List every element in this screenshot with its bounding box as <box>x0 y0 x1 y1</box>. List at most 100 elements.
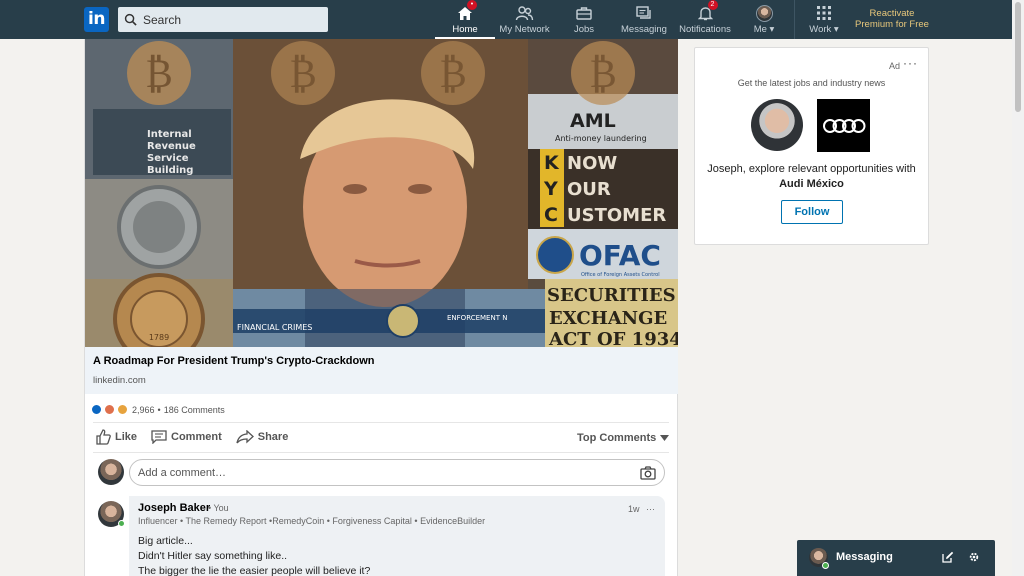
comment-item: Joseph Baker • You Influencer • The Reme… <box>129 496 665 576</box>
like-label: Like <box>115 431 138 443</box>
nav-messaging-label: Messaging <box>621 24 667 35</box>
svg-text:Y: Y <box>543 178 558 200</box>
search-bar[interactable] <box>118 7 328 32</box>
comment-meta: 1w ··· <box>628 504 655 514</box>
nav-jobs-label: Jobs <box>573 24 595 35</box>
search-icon <box>124 13 137 26</box>
gear-icon[interactable] <box>968 551 980 563</box>
linkedin-logo[interactable]: in <box>84 7 109 32</box>
nav-work-label: Work ▾ <box>809 24 839 35</box>
svg-text:USTOMER: USTOMER <box>567 205 666 226</box>
comment-you-tag: • You <box>208 503 229 513</box>
comment-more-icon[interactable]: ··· <box>646 504 655 514</box>
insightful-reaction-icon <box>117 404 128 415</box>
scrollbar-thumb[interactable] <box>1015 2 1021 112</box>
social-counts[interactable]: 2,966 • 186 Comments <box>91 404 225 415</box>
thumbs-up-icon <box>96 429 111 445</box>
current-user-avatar[interactable] <box>98 459 124 485</box>
grid-icon <box>817 6 831 20</box>
comment-text: Big article... Didn't Hitler say somethi… <box>138 534 370 576</box>
sort-comments-dropdown[interactable]: Top Comments <box>577 432 670 444</box>
profile-avatar <box>755 4 773 22</box>
search-input[interactable] <box>143 12 313 27</box>
comment-line: The bigger the lie the easier people wil… <box>138 565 371 576</box>
svg-text:1789: 1789 <box>149 333 169 342</box>
svg-text:C: C <box>544 204 558 226</box>
follow-button[interactable]: Follow <box>781 200 843 224</box>
svg-text:₿: ₿ <box>289 51 317 97</box>
svg-text:Service: Service <box>147 153 189 164</box>
ad-more-icon[interactable]: ··· <box>903 56 918 70</box>
people-icon <box>515 5 534 20</box>
svg-text:₿: ₿ <box>439 51 467 97</box>
share-label: Share <box>257 431 289 443</box>
svg-text:ENFORCEMENT N: ENFORCEMENT N <box>447 314 507 322</box>
audi-logo[interactable] <box>817 99 870 152</box>
comment-line: Didn't Hitler say something like.. <box>138 550 288 562</box>
nav-me[interactable]: Me ▾ <box>748 0 780 39</box>
reactions-count[interactable]: 2,966 <box>132 405 155 415</box>
comment-input-box[interactable] <box>129 459 665 486</box>
ad-message-prefix: Joseph, explore relevant opportunities w… <box>707 163 916 175</box>
share-button[interactable]: Share <box>236 430 289 444</box>
compose-icon[interactable] <box>942 551 954 563</box>
celebrate-reaction-icon <box>104 404 115 415</box>
svg-text:FINANCIAL CRIMES: FINANCIAL CRIMES <box>237 323 312 332</box>
comment-button[interactable]: Comment <box>151 430 222 444</box>
nav-messaging[interactable]: Messaging <box>618 0 670 39</box>
svg-text:₿: ₿ <box>145 51 173 97</box>
sort-label: Top Comments <box>577 432 657 444</box>
svg-text:Internal: Internal <box>147 129 192 140</box>
svg-text:Building: Building <box>147 165 193 176</box>
page-scrollbar[interactable] <box>1012 0 1024 576</box>
ad-user-photo <box>751 99 803 151</box>
briefcase-icon <box>576 7 592 20</box>
actions-divider <box>93 452 669 453</box>
svg-text:OUR: OUR <box>567 179 611 200</box>
article-source: linkedin.com <box>93 375 146 386</box>
chat-icon <box>636 5 651 19</box>
comment-icon <box>151 430 167 444</box>
svg-text:₿: ₿ <box>589 51 617 97</box>
chevron-down-icon <box>660 435 670 441</box>
comment-input[interactable] <box>138 466 628 479</box>
nav-jobs[interactable]: Jobs <box>566 0 602 39</box>
camera-icon[interactable] <box>640 466 656 480</box>
ad-label: Ad <box>888 61 900 71</box>
nav-me-label: Me ▾ <box>753 24 775 35</box>
nav-divider <box>794 0 795 39</box>
nav-home-label: Home <box>452 24 478 35</box>
notifications-badge: 2 <box>707 0 718 10</box>
ad-company-name: Audi México <box>779 178 844 190</box>
feed-post-card: ₿ ₿ ₿ ₿ Internal Revenue Service Buildin… <box>84 39 678 576</box>
messaging-bar[interactable]: Messaging <box>797 540 995 576</box>
comment-time: 1w <box>627 504 640 514</box>
article-image[interactable]: ₿ ₿ ₿ ₿ Internal Revenue Service Buildin… <box>85 39 678 347</box>
share-icon <box>236 430 254 444</box>
social-separator: • <box>157 404 161 415</box>
svg-text:AML: AML <box>570 110 616 132</box>
like-button[interactable]: Like <box>95 429 137 445</box>
nav-home[interactable]: • Home <box>435 0 495 39</box>
nav-notifications-label: Notifications <box>679 24 731 35</box>
like-reaction-icon <box>91 404 102 415</box>
svg-text:SECURITIES: SECURITIES <box>547 285 676 306</box>
home-badge: • <box>467 0 477 10</box>
nav-notifications[interactable]: 2 Notifications <box>676 0 734 39</box>
svg-text:Office of Foreign Assets Contr: Office of Foreign Assets Control <box>581 272 660 278</box>
comment-author-headline: Influencer • The Remedy Report •RemedyCo… <box>138 516 486 526</box>
nav-work[interactable]: Work ▾ <box>806 0 842 39</box>
nav-my-network[interactable]: My Network <box>497 0 552 39</box>
messaging-label: Messaging <box>836 551 893 563</box>
article-title[interactable]: A Roadmap For President Trump's Crypto-C… <box>93 355 375 367</box>
online-status-dot <box>118 520 125 527</box>
comments-count[interactable]: 186 Comments <box>164 405 225 415</box>
svg-text:EXCHANGE: EXCHANGE <box>549 308 667 329</box>
svg-text:OFAC: OFAC <box>579 239 661 272</box>
comment-label: Comment <box>171 431 222 443</box>
reactivate-premium-link[interactable]: Reactivate Premium for Free <box>850 8 934 30</box>
sponsored-ad-card: Ad ··· Get the latest jobs and industry … <box>694 47 929 245</box>
comment-author[interactable]: Joseph Baker <box>138 502 210 514</box>
svg-text:ACT OF 1934: ACT OF 1934 <box>548 329 678 347</box>
messaging-online-dot <box>822 562 829 569</box>
